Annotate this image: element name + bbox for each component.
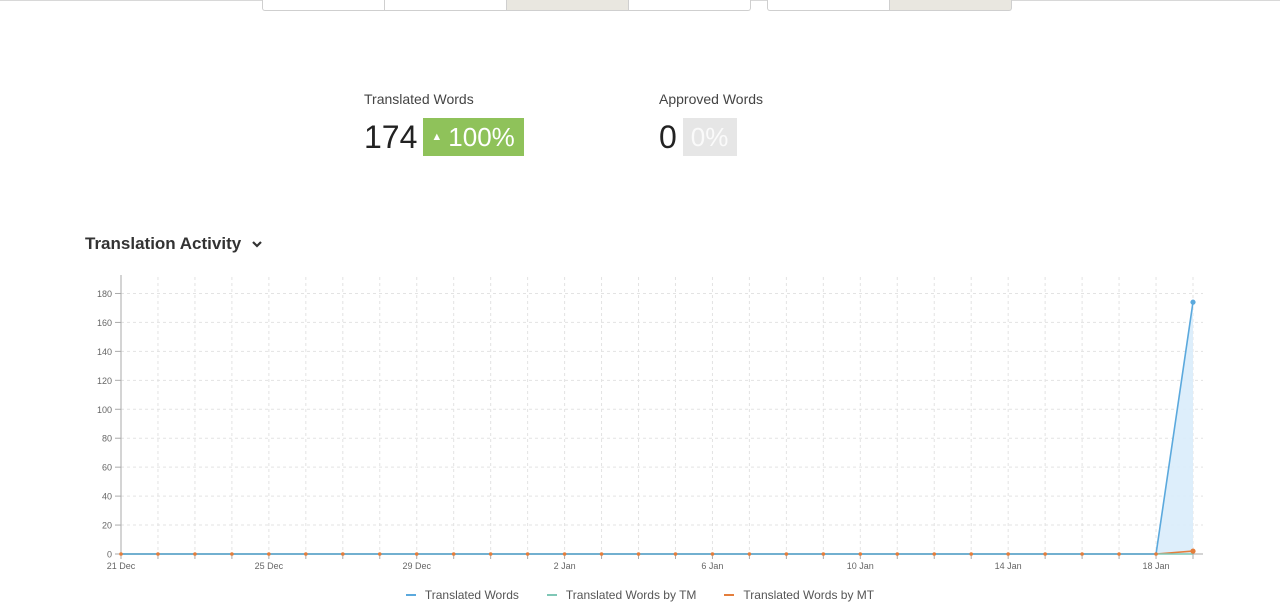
- area-translated: [121, 302, 1193, 554]
- series-mt-point: [304, 552, 308, 556]
- translated-words-value: 174: [364, 119, 418, 155]
- legend-label-tm: Translated Words by TM: [565, 588, 697, 602]
- legend-item-tm[interactable]: Translated Words by TM: [546, 588, 697, 602]
- tab-left-1[interactable]: [262, 0, 385, 11]
- series-mt-point: [673, 552, 678, 556]
- y-tick-label: 80: [102, 434, 112, 444]
- series-mt-point: [821, 552, 826, 556]
- y-tick-label: 60: [102, 463, 112, 473]
- series-mt-point: [1117, 552, 1121, 556]
- tab-left-2[interactable]: [384, 0, 507, 11]
- tab-group-left: [262, 0, 751, 12]
- y-tick-label: 0: [107, 550, 112, 560]
- series-mt-point: [969, 552, 974, 556]
- series-mt-point: [230, 552, 234, 556]
- series-mt-point: [562, 552, 567, 556]
- x-tick-label: 29 Dec: [402, 561, 431, 571]
- y-tick-label: 120: [97, 376, 112, 386]
- tab-right-2[interactable]: [889, 0, 1012, 11]
- series-mt-point: [193, 552, 197, 556]
- y-tick-label: 100: [97, 405, 112, 415]
- y-tick-label: 140: [97, 347, 112, 357]
- chart-legend: Translated Words Translated Words by TM …: [0, 588, 1280, 602]
- series-mt-point: [895, 552, 900, 556]
- series-mt-point: [1006, 552, 1010, 556]
- series-mt-point: [377, 552, 382, 556]
- x-tick-label: 6 Jan: [701, 561, 723, 571]
- series-mt-point: [784, 552, 789, 556]
- y-tick-label: 20: [102, 521, 112, 531]
- tab-group-right: [767, 0, 1012, 12]
- translated-words-stat: Translated Words 174 ▲ 100%: [364, 90, 524, 156]
- series-mt-point: [636, 552, 641, 556]
- series-mt-point: [488, 552, 493, 556]
- legend-label-mt: Translated Words by MT: [743, 588, 875, 602]
- x-tick-label: 18 Jan: [1143, 561, 1170, 571]
- x-tick-label: 25 Dec: [255, 561, 284, 571]
- tab-left-4[interactable]: [628, 0, 751, 11]
- series-translated-point: [1190, 299, 1196, 305]
- tab-right-1[interactable]: [767, 0, 890, 11]
- approved-words-label: Approved Words: [659, 91, 764, 107]
- legend-swatch-mt: [724, 594, 735, 596]
- series-mt-point: [451, 552, 456, 556]
- translated-words-percent: 100%: [448, 122, 515, 152]
- translation-activity-title: Translation Activity: [85, 234, 242, 253]
- x-tick-label: 2 Jan: [554, 561, 576, 571]
- x-tick-label: 21 Dec: [107, 561, 136, 571]
- series-mt-point: [414, 552, 419, 556]
- series-mt-point: [119, 552, 123, 556]
- series-mt-point: [599, 552, 604, 556]
- series-mt-point: [710, 552, 715, 556]
- y-tick-label: 40: [102, 492, 112, 502]
- y-tick-label: 180: [97, 289, 112, 299]
- series-mt-point: [1190, 548, 1196, 554]
- arrow-up-icon: ▲: [431, 131, 443, 143]
- series-mt-point: [1043, 552, 1047, 556]
- series-mt-point: [858, 552, 863, 556]
- legend-label-translated: Translated Words: [424, 588, 519, 602]
- series-translated-line: [121, 302, 1194, 555]
- series-mt-point: [156, 552, 160, 556]
- tab-left-3[interactable]: [506, 0, 629, 11]
- y-tick-label: 160: [97, 318, 112, 328]
- translation-activity-toggle[interactable]: Translation Activity: [85, 234, 263, 254]
- chevron-down-icon: [252, 241, 262, 248]
- x-tick-label: 10 Jan: [847, 561, 874, 571]
- series-mt-point: [747, 552, 752, 556]
- legend-item-mt[interactable]: Translated Words by MT: [724, 588, 874, 602]
- series-mt-point: [267, 552, 271, 556]
- series-mt-point: [1154, 552, 1158, 556]
- legend-swatch-tm: [546, 594, 557, 596]
- series-mt-point: [340, 552, 345, 556]
- x-tick-label: 14 Jan: [995, 561, 1022, 571]
- series-mt-point: [525, 552, 530, 556]
- translated-words-percent-badge: ▲ 100%: [423, 118, 524, 156]
- approved-words-percent: 0%: [690, 122, 729, 152]
- approved-words-percent-badge: 0%: [682, 118, 738, 156]
- legend-swatch-translated: [405, 594, 416, 596]
- series-mt-point: [1080, 552, 1084, 556]
- series-mt-point: [932, 552, 937, 556]
- approved-words-value: 0: [659, 119, 677, 155]
- translated-words-label: Translated Words: [364, 91, 474, 107]
- legend-item-translated[interactable]: Translated Words: [405, 588, 519, 602]
- translation-activity-chart: 0 20 40 60 80 100 120 140 160 180 21 Dec 25 Dec 29 D…: [97, 275, 1203, 571]
- approved-words-stat: Approved Words 0 0%: [659, 90, 763, 156]
